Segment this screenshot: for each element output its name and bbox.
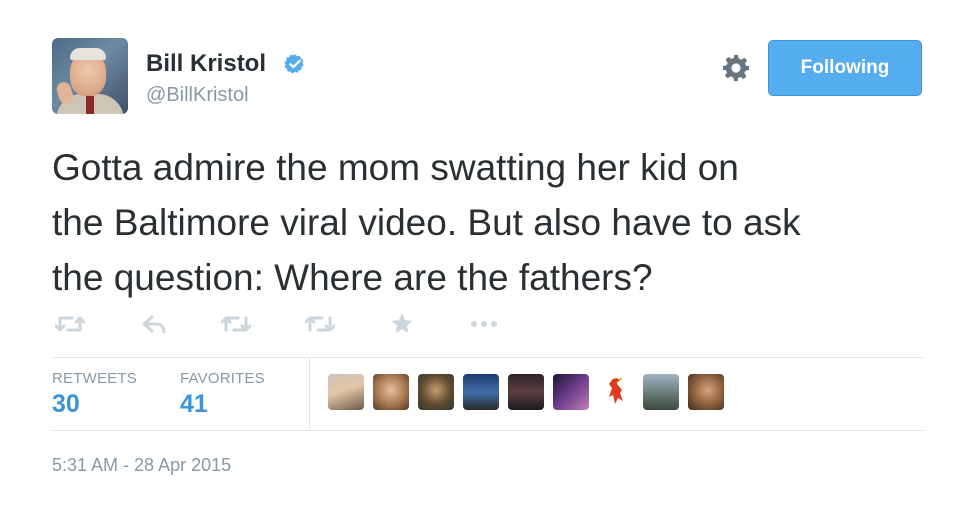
retweet-icon [55, 316, 85, 332]
retweets-count[interactable]: 30 [52, 390, 80, 419]
reply-icon [142, 315, 166, 334]
tweet-text-line-2: the Baltimore viral video. But also have… [52, 202, 801, 243]
avatar-tie [86, 96, 94, 114]
fav-avatar-4[interactable] [463, 374, 499, 410]
retweet-action-3[interactable] [302, 308, 338, 340]
verified-badge-icon [284, 54, 304, 74]
retweet-action-2[interactable] [218, 308, 254, 340]
tweet-text: Gotta admire the mom swatting her kid on… [52, 140, 942, 305]
fav-avatar-8[interactable] [643, 374, 679, 410]
retweet-icon [221, 316, 251, 332]
retweets-label[interactable]: RETWEETS [52, 370, 137, 387]
gear-icon[interactable] [720, 52, 752, 84]
fav-avatar-5[interactable] [508, 374, 544, 410]
stats-top-divider [52, 357, 924, 358]
stats-separator [309, 358, 310, 430]
favorite-star-icon [391, 313, 413, 333]
fav-avatar-3[interactable] [418, 374, 454, 410]
rooster-logo-icon [609, 377, 623, 404]
fav-avatar-6[interactable] [553, 374, 589, 410]
stats-bottom-divider [52, 430, 924, 431]
author-name[interactable]: Bill Kristol [146, 50, 266, 78]
retweet-icon [305, 316, 335, 332]
author-avatar[interactable] [52, 38, 128, 114]
more-dots-icon [471, 321, 497, 327]
following-button[interactable]: Following [768, 40, 922, 96]
tweet-timestamp[interactable]: 5:31 AM - 28 Apr 2015 [52, 455, 231, 476]
fav-avatar-9[interactable] [688, 374, 724, 410]
favorite-action[interactable] [384, 308, 420, 340]
author-handle[interactable]: @BillKristol [146, 84, 249, 107]
avatar-hair [70, 48, 106, 60]
fav-avatar-7[interactable] [598, 374, 634, 410]
favorites-label[interactable]: FAVORITES [180, 370, 265, 387]
retweet-action[interactable] [52, 308, 88, 340]
fav-avatar-2[interactable] [373, 374, 409, 410]
reply-action[interactable] [136, 308, 172, 340]
fav-avatar-1[interactable] [328, 374, 364, 410]
tweet-text-line-3: the question: Where are the fathers? [52, 257, 653, 298]
tweet-text-line-1: Gotta admire the mom swatting her kid on [52, 147, 739, 188]
favorites-count[interactable]: 41 [180, 390, 208, 419]
more-action[interactable] [466, 308, 502, 340]
